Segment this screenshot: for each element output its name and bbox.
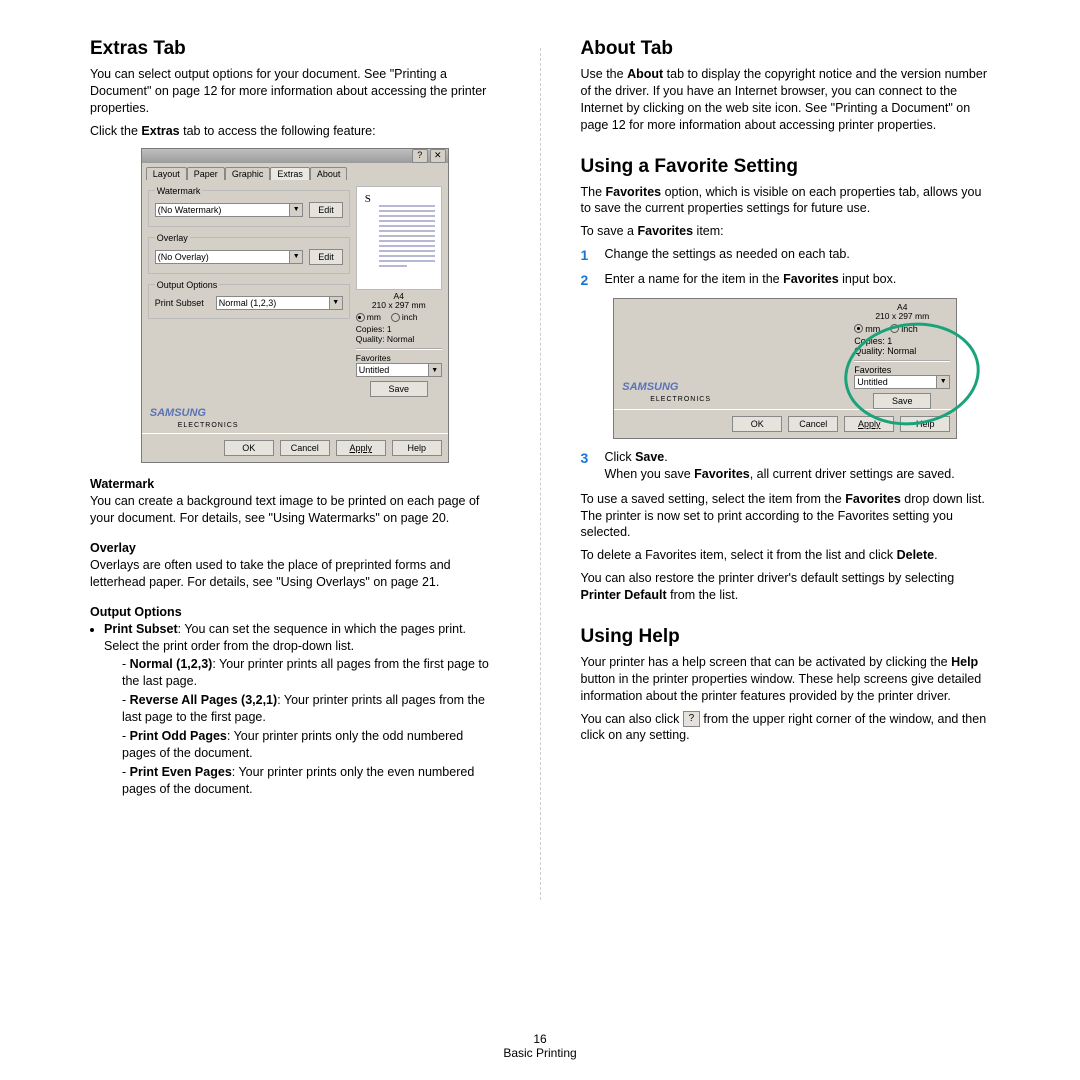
tab-extras[interactable]: Extras xyxy=(270,167,310,180)
unit-mm-radio[interactable]: mm xyxy=(356,312,381,322)
favorites-select[interactable]: Untitled xyxy=(356,363,429,377)
tab-paper[interactable]: Paper xyxy=(187,167,225,180)
cancel-button[interactable]: Cancel xyxy=(788,416,838,432)
step-3: Click Save. When you save Favorites, all… xyxy=(605,449,955,483)
print-subset-label: Print Subset xyxy=(155,298,210,308)
extras-intro-1: You can select output options for your d… xyxy=(90,66,500,117)
brand-row: SAMSUNG ELECTRONICS xyxy=(142,405,448,433)
fav-p4: To delete a Favorites item, select it fr… xyxy=(581,547,991,564)
print-subset-select[interactable]: Normal (1,2,3) xyxy=(216,296,330,310)
help-button[interactable]: Help xyxy=(392,440,442,456)
right-column: About Tab Use the About tab to display t… xyxy=(581,38,991,940)
question-icon: ? xyxy=(683,711,700,727)
apply-button[interactable]: Apply xyxy=(336,440,386,456)
paper-size-caption: A4 210 x 297 mm xyxy=(356,292,442,311)
tab-about[interactable]: About xyxy=(310,167,348,180)
fav-p5: You can also restore the printer driver'… xyxy=(581,570,991,604)
dialog-titlebar: ? ✕ xyxy=(142,149,448,163)
chevron-down-icon[interactable]: ▼ xyxy=(937,375,950,389)
cancel-button[interactable]: Cancel xyxy=(280,440,330,456)
chevron-down-icon[interactable]: ▼ xyxy=(429,363,442,377)
watermark-heading: Watermark xyxy=(90,477,500,491)
unit-inch-radio[interactable]: inch xyxy=(391,312,418,322)
tab-layout[interactable]: Layout xyxy=(146,167,187,180)
preview-letter: S xyxy=(365,193,371,205)
heading-about-tab: About Tab xyxy=(581,38,991,60)
chevron-down-icon[interactable]: ▼ xyxy=(290,250,303,264)
favorites-dialog-crop: SAMSUNG ELECTRONICS A4 210 x 297 mm mm i… xyxy=(613,298,957,439)
heading-extras-tab: Extras Tab xyxy=(90,38,500,60)
extras-intro-2: Click the Extras tab to access the follo… xyxy=(90,123,500,140)
unit-radio: mm inch xyxy=(356,312,442,322)
help-button[interactable]: Help xyxy=(900,416,950,432)
apply-button[interactable]: Apply xyxy=(844,416,894,432)
overlay-text: Overlays are often used to take the plac… xyxy=(90,557,500,591)
heading-favorite-setting: Using a Favorite Setting xyxy=(581,156,991,178)
overlay-edit-button[interactable]: Edit xyxy=(309,249,343,265)
help-p2: You can also click ? from the upper righ… xyxy=(581,711,991,745)
overlay-legend: Overlay xyxy=(155,233,190,243)
chevron-down-icon[interactable]: ▼ xyxy=(330,296,343,310)
tab-graphic[interactable]: Graphic xyxy=(225,167,271,180)
favorites-select[interactable]: Untitled xyxy=(854,375,937,389)
page-preview: S xyxy=(356,186,442,290)
group-output-options: Output Options Print Subset Normal (1,2,… xyxy=(148,280,350,319)
overlay-select[interactable]: (No Overlay) xyxy=(155,250,290,264)
watermark-edit-button[interactable]: Edit xyxy=(309,202,343,218)
chevron-down-icon[interactable]: ▼ xyxy=(290,203,303,217)
group-overlay: Overlay (No Overlay) ▼ Edit xyxy=(148,233,350,274)
copies-label: Copies: 1 xyxy=(356,324,442,334)
titlebar-close-button[interactable]: ✕ xyxy=(430,149,446,163)
output-heading: Output Options xyxy=(90,605,500,619)
fav-p3: To use a saved setting, select the item … xyxy=(581,491,991,542)
watermark-select[interactable]: (No Watermark) xyxy=(155,203,290,217)
favorites-save-button[interactable]: Save xyxy=(370,381,428,397)
group-watermark: Watermark (No Watermark) ▼ Edit xyxy=(148,186,350,227)
quality-label: Quality: Normal xyxy=(356,334,442,344)
watermark-text: You can create a background text image t… xyxy=(90,493,500,527)
unit-inch-radio[interactable]: inch xyxy=(890,324,918,334)
watermark-legend: Watermark xyxy=(155,186,203,196)
extras-dialog: ? ✕ Layout Paper Graphic Extras About Wa… xyxy=(141,148,449,464)
step-1: Change the settings as needed on each ta… xyxy=(605,246,850,265)
ok-button[interactable]: OK xyxy=(732,416,782,432)
left-column: Extras Tab You can select output options… xyxy=(90,38,500,940)
page-footer: 16 Basic Printing xyxy=(0,1032,1080,1060)
favorites-legend: Favorites xyxy=(356,353,442,363)
output-legend: Output Options xyxy=(155,280,220,290)
column-divider xyxy=(540,48,541,900)
help-p1: Your printer has a help screen that can … xyxy=(581,654,991,705)
dialog-tabstrip: Layout Paper Graphic Extras About xyxy=(142,163,448,180)
fav-p2: To save a Favorites item: xyxy=(581,223,991,240)
output-bullet: Print Subset: You can set the sequence i… xyxy=(104,621,500,798)
overlay-heading: Overlay xyxy=(90,541,500,555)
heading-using-help: Using Help xyxy=(581,626,991,648)
ok-button[interactable]: OK xyxy=(224,440,274,456)
about-text: Use the About tab to display the copyrig… xyxy=(581,66,991,134)
fav-p1: The Favorites option, which is visible o… xyxy=(581,184,991,218)
favorites-save-button[interactable]: Save xyxy=(873,393,931,409)
titlebar-help-button[interactable]: ? xyxy=(412,149,428,163)
step-2: Enter a name for the item in the Favorit… xyxy=(605,271,897,290)
unit-mm-radio[interactable]: mm xyxy=(854,324,880,334)
